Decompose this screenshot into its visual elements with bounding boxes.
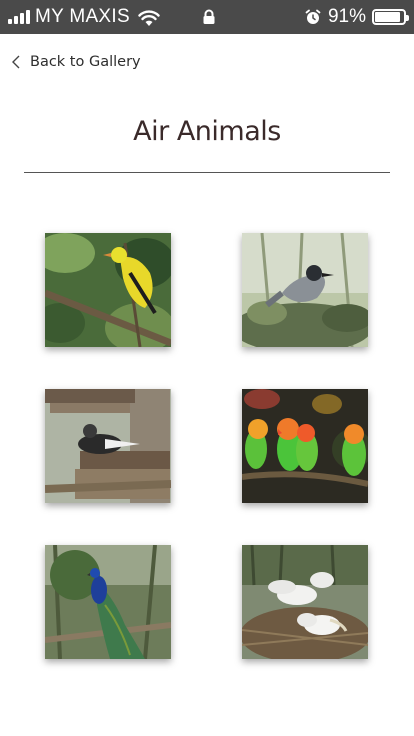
alarm-icon bbox=[305, 9, 321, 24]
wifi-icon bbox=[138, 10, 160, 26]
duck-photo bbox=[45, 389, 171, 503]
status-left: MY MAXIS bbox=[8, 6, 160, 28]
gallery-image-peacock[interactable] bbox=[45, 545, 171, 659]
lovebirds-photo bbox=[242, 389, 368, 503]
gallery-image-oriole[interactable] bbox=[45, 233, 171, 347]
page-title: Air Animals bbox=[133, 116, 281, 147]
pelicans-photo bbox=[242, 545, 368, 659]
status-bar: MY MAXIS 91% bbox=[0, 0, 414, 34]
gallery-image-heron[interactable] bbox=[242, 233, 368, 347]
lock-icon bbox=[203, 9, 215, 24]
gallery-image-pelicans[interactable] bbox=[242, 545, 368, 659]
carrier-name: MY MAXIS bbox=[35, 6, 130, 27]
battery-icon bbox=[372, 9, 409, 25]
battery-fill bbox=[375, 12, 401, 22]
back-to-gallery-link[interactable]: Back to Gallery bbox=[10, 54, 141, 70]
oriole-photo bbox=[45, 233, 171, 347]
gallery-image-duck[interactable] bbox=[45, 389, 171, 503]
status-right: 91% bbox=[305, 6, 409, 28]
peacock-photo bbox=[45, 545, 171, 659]
back-link-label: Back to Gallery bbox=[30, 54, 141, 70]
title-divider bbox=[24, 172, 390, 173]
signal-icon bbox=[8, 10, 30, 24]
gallery-image-lovebirds[interactable] bbox=[242, 389, 368, 503]
heron-photo bbox=[242, 233, 368, 347]
chevron-left-icon bbox=[12, 55, 20, 69]
battery-percent: 91% bbox=[327, 6, 366, 27]
